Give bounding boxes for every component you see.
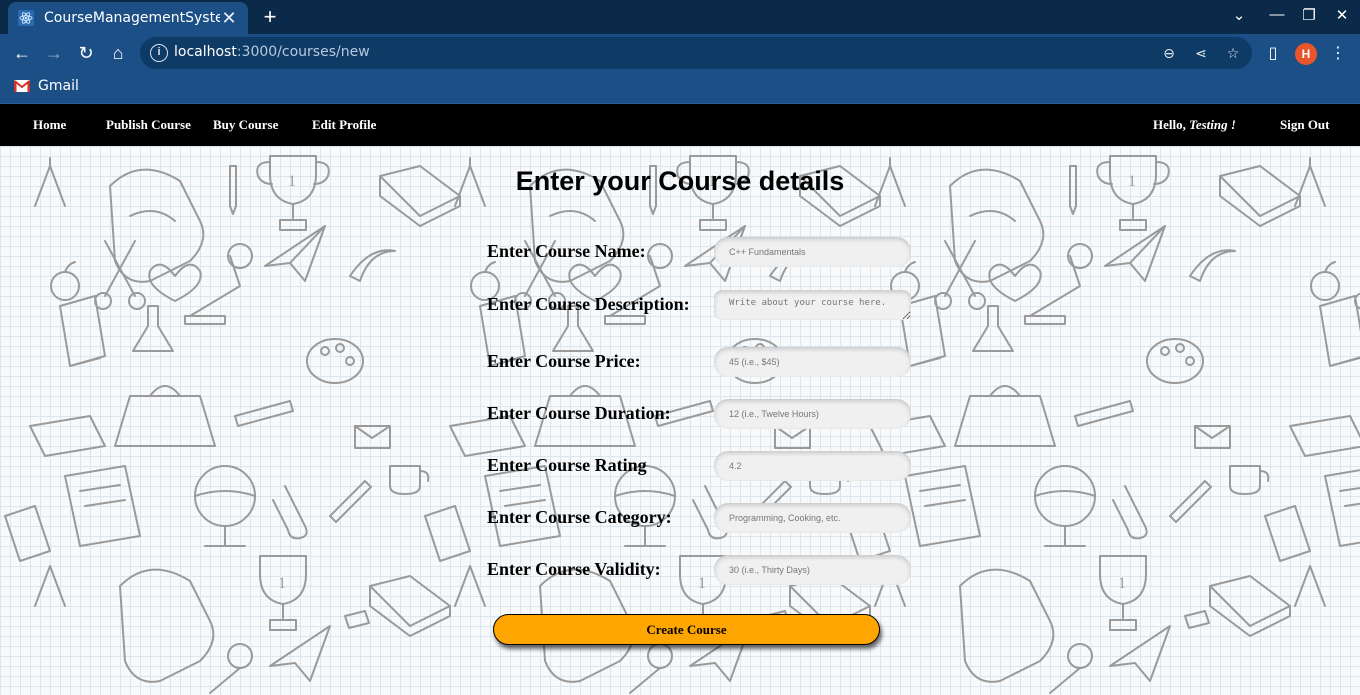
nav-buy-course-link[interactable]: Buy Course [213, 117, 278, 133]
share-icon[interactable]: ⋖ [1192, 44, 1210, 62]
browser-tab[interactable]: CourseManagementSyste ✕ [8, 2, 248, 34]
course-description-row: Enter Course Description: [487, 290, 912, 320]
menu-icon[interactable]: ⋮ [1327, 43, 1349, 65]
home-icon[interactable]: ⌂ [107, 42, 129, 64]
course-validity-input[interactable] [714, 555, 911, 585]
bookmark-star-icon[interactable]: ☆ [1224, 44, 1242, 62]
tab-search-icon[interactable]: ⌄ [1228, 6, 1250, 24]
course-category-row: Enter Course Category: [487, 503, 912, 533]
close-tab-icon[interactable]: ✕ [220, 9, 238, 27]
profile-avatar[interactable]: H [1295, 43, 1317, 65]
course-description-label: Enter Course Description: [487, 294, 690, 314]
course-duration-row: Enter Course Duration: [487, 399, 912, 429]
nav-edit-profile-link[interactable]: Edit Profile [312, 117, 376, 133]
browser-toolbar: ← → ↻ ⌂ i localhost:3000/courses/new ⊖ ⋖… [0, 34, 1360, 72]
nav-publish-course-link[interactable]: Publish Course [106, 117, 191, 133]
course-rating-input[interactable] [714, 451, 911, 481]
restore-icon[interactable]: ❐ [1298, 6, 1320, 24]
minimize-icon[interactable]: — [1266, 6, 1288, 23]
course-price-row: Enter Course Price: [487, 347, 912, 377]
svg-text:1: 1 [278, 575, 286, 592]
course-description-input[interactable] [714, 290, 911, 320]
side-panel-icon[interactable]: ▯ [1262, 43, 1284, 65]
gmail-icon [14, 80, 30, 92]
create-course-button[interactable]: Create Course [493, 614, 880, 645]
course-validity-label: Enter Course Validity: [487, 559, 661, 579]
back-icon[interactable]: ← [11, 42, 33, 64]
bookmark-gmail[interactable]: Gmail [14, 78, 79, 94]
page-content: 1 1 Enter your Course details Enter Cour… [0, 146, 1360, 695]
user-greeting: Hello, Testing ! [1153, 117, 1236, 132]
course-category-label: Enter Course Category: [487, 507, 672, 527]
url-text: localhost:3000/courses/new [174, 44, 370, 60]
site-navbar: Home Publish Course Buy Course Edit Prof… [0, 104, 1360, 146]
bookmark-label: Gmail [38, 78, 79, 94]
course-price-input[interactable] [714, 347, 911, 377]
bookmarks-bar: Gmail [0, 72, 1360, 104]
new-tab-icon[interactable]: + [258, 5, 282, 29]
nav-home-link[interactable]: Home [33, 117, 66, 133]
sign-out-link[interactable]: Sign Out [1280, 117, 1330, 133]
address-bar[interactable]: i localhost:3000/courses/new ⊖ ⋖ ☆ [140, 37, 1252, 69]
course-name-label: Enter Course Name: [487, 241, 646, 261]
window-close-icon[interactable]: ✕ [1331, 6, 1353, 24]
course-name-row: Enter Course Name: [487, 237, 912, 267]
browser-tab-bar: CourseManagementSyste ✕ + ⌄ — ❐ ✕ [0, 0, 1360, 34]
forward-icon[interactable]: → [43, 42, 65, 64]
react-icon [18, 10, 34, 26]
zoom-icon[interactable]: ⊖ [1160, 44, 1178, 62]
reload-icon[interactable]: ↻ [75, 42, 97, 64]
course-duration-label: Enter Course Duration: [487, 403, 671, 423]
site-info-icon[interactable]: i [150, 44, 168, 62]
tab-title: CourseManagementSyste [44, 10, 220, 26]
course-rating-row: Enter Course Rating [487, 451, 912, 481]
course-validity-row: Enter Course Validity: [487, 555, 912, 585]
course-name-input[interactable] [714, 237, 911, 267]
user-name: Testing ! [1189, 117, 1236, 132]
course-rating-label: Enter Course Rating [487, 455, 647, 475]
course-price-label: Enter Course Price: [487, 351, 641, 371]
course-category-input[interactable] [714, 503, 911, 533]
course-duration-input[interactable] [714, 399, 911, 429]
form-title: Enter your Course details [515, 166, 845, 196]
